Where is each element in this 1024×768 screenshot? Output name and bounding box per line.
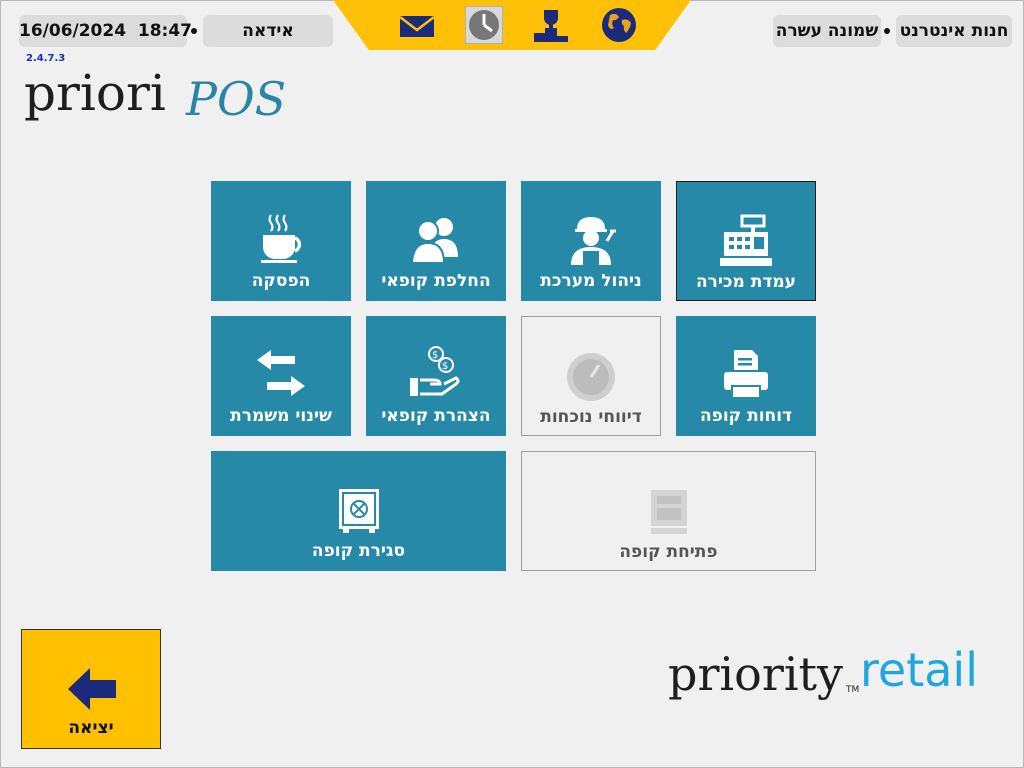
svg-text:$: $ <box>442 361 448 372</box>
coffee-cup-icon <box>261 214 302 263</box>
trophy-podium-icon[interactable] <box>532 6 570 44</box>
clock-icon <box>567 353 615 401</box>
store-name[interactable]: חנות אינטרנט <box>896 15 1012 47</box>
tile-close-register[interactable]: סגירת קופה <box>211 451 506 571</box>
date-text: 16/06/2024 <box>19 21 127 41</box>
svg-text:$: $ <box>432 350 438 361</box>
tile-label: החלפת קופאי <box>381 271 491 291</box>
tile-label: הפסקה <box>251 271 311 291</box>
tile-label: שינוי משמרת <box>230 406 332 426</box>
logo-text-pos: POS <box>185 72 286 126</box>
time-text: 18:47 <box>137 21 193 41</box>
separator-dot <box>884 28 890 34</box>
tile-label: ניהול מערכת <box>540 271 642 291</box>
coins-hand-icon: $ $ <box>410 346 460 396</box>
tile-label: עמדת מכירה <box>696 272 796 292</box>
tile-break[interactable]: הפסקה <box>211 181 351 301</box>
safe-icon <box>338 489 379 533</box>
tile-sales-station[interactable]: עמדת מכירה <box>676 181 816 301</box>
tile-system-management[interactable]: ניהול מערכת <box>521 181 661 301</box>
priori-pos-logo: priori POS <box>24 64 286 126</box>
tile-cashier-switch[interactable]: החלפת קופאי <box>366 181 506 301</box>
tile-label: דוחות קופה <box>699 406 793 426</box>
logo-text-priority: priority <box>668 647 843 701</box>
exit-label: יציאה <box>68 718 114 738</box>
cash-register-icon <box>720 214 772 266</box>
users-icon <box>410 218 458 264</box>
datetime-display: 16/06/2024 18:47 <box>19 15 192 47</box>
exit-button[interactable]: יציאה <box>21 629 161 749</box>
separator-dot <box>191 28 197 34</box>
globe-icon[interactable] <box>600 6 638 44</box>
tile-label: פתיחת קופה <box>619 542 718 562</box>
printer-icon <box>724 350 768 399</box>
tile-register-reports[interactable]: דוחות קופה <box>676 316 816 436</box>
clock-icon[interactable] <box>465 6 503 44</box>
swap-arrows-icon <box>257 350 305 396</box>
tile-open-register: פתיחת קופה <box>521 451 816 571</box>
mail-icon[interactable] <box>398 6 436 44</box>
tile-shift-change[interactable]: שינוי משמרת <box>211 316 351 436</box>
cash-register-icon <box>650 490 687 534</box>
logo-text-priori: priori <box>24 64 166 122</box>
tile-label: סגירת קופה <box>311 541 406 561</box>
tile-attendance-reports: דיווחי נוכחות <box>521 316 661 436</box>
tile-cashier-declaration[interactable]: $ $ הצהרת קופאי <box>366 316 506 436</box>
logo-text-retail: retail <box>860 643 978 697</box>
branch-name[interactable]: שמונה עשרה <box>773 15 881 47</box>
tile-label: דיווחי נוכחות <box>540 407 642 427</box>
tile-label: הצהרת קופאי <box>381 406 491 426</box>
technician-icon <box>571 217 616 265</box>
arrow-left-icon <box>68 668 116 710</box>
logo-trademark: TM <box>845 685 859 695</box>
user-name[interactable]: אידאה <box>203 15 333 47</box>
priority-retail-logo: priority TM retail <box>668 643 978 701</box>
